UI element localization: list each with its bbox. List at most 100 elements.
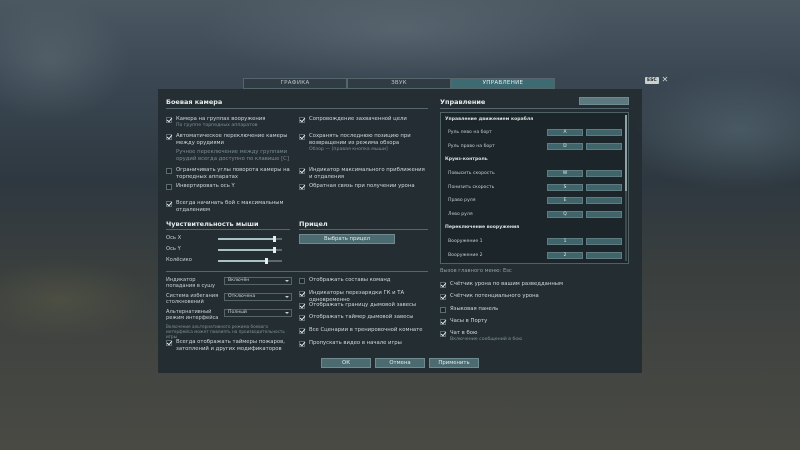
slider-wheel[interactable]: Колёсико <box>166 257 286 264</box>
dropdown[interactable]: Полный <box>224 309 292 317</box>
binding-label: Право руля <box>448 198 476 203</box>
checkbox-label: Всегда начинать бой с максимальным отдал… <box>176 200 284 213</box>
slider-axis-y[interactable]: Ось Y <box>166 246 286 253</box>
slider-track[interactable] <box>218 236 282 242</box>
divider <box>166 271 428 272</box>
binding-row[interactable]: Лево руля Q <box>441 211 624 219</box>
binding-row[interactable]: Вооружение 2 2 <box>441 252 624 260</box>
slider-thumb[interactable] <box>264 258 268 264</box>
binding-primary-key[interactable]: S <box>547 184 583 191</box>
binding-secondary-key[interactable] <box>586 197 622 204</box>
checkbox-box[interactable] <box>299 314 305 321</box>
checkbox-box[interactable] <box>166 133 172 140</box>
binding-secondary-key[interactable] <box>586 170 622 177</box>
binding-secondary-key[interactable] <box>586 184 622 191</box>
checkbox-smoke-border[interactable]: Отображать границу дымовой завесы <box>299 302 429 309</box>
checkbox-always-show-timers[interactable]: Всегда отображать таймеры пожаров, затоп… <box>166 339 298 353</box>
tab-sound[interactable]: ЗВУК <box>347 78 451 89</box>
checkbox-box[interactable] <box>440 293 446 300</box>
checkbox-auto-switch-camera[interactable]: Автоматическое переключение камеры между… <box>166 133 296 147</box>
slider-thumb[interactable] <box>272 247 276 253</box>
checkbox-spotting-damage[interactable]: Счётчик урона по вашим разведданным <box>440 281 610 288</box>
binding-secondary-key[interactable] <box>586 238 622 245</box>
checkbox-battle-chat[interactable]: Чат в бою Включение сообщений в бою <box>440 330 610 343</box>
checkbox-box[interactable] <box>299 183 305 190</box>
checkbox-box[interactable] <box>440 306 446 313</box>
slider-axis-x[interactable]: Ось X <box>166 235 286 242</box>
key-bindings-list[interactable]: Управление движением корабля Руль лево н… <box>440 112 629 264</box>
checkbox-invert-y[interactable]: Инвертировать ось Y <box>166 183 296 190</box>
checkbox-language-bar[interactable]: Языковая панель <box>440 306 610 313</box>
checkbox-box[interactable] <box>299 340 305 347</box>
slider-thumb[interactable] <box>272 236 276 242</box>
close-icon[interactable]: ✕ <box>662 76 669 84</box>
binding-primary-key[interactable]: 1 <box>547 238 583 245</box>
dropdown[interactable]: Включён <box>224 277 292 285</box>
checkbox-box[interactable] <box>299 167 305 174</box>
checkbox-box[interactable] <box>440 318 446 325</box>
checkbox-box[interactable] <box>166 167 172 174</box>
checkbox-show-team-rosters[interactable]: Отображать составы команд <box>299 277 429 284</box>
checkbox-damage-feedback[interactable]: Обратная связь при получении урона <box>299 183 429 190</box>
binding-secondary-key[interactable] <box>586 252 622 259</box>
bindings-section-title: Переключение вооружения <box>445 225 520 230</box>
checkbox-camera-weapon-groups[interactable]: Камера на группах вооружения По группе т… <box>166 116 296 129</box>
checkbox-skip-intro-video[interactable]: Пропускать видео в начале игры <box>299 340 429 347</box>
checkbox-box[interactable] <box>299 133 305 140</box>
checkbox-box[interactable] <box>299 327 305 334</box>
binding-secondary-key[interactable] <box>586 143 622 150</box>
slider-track[interactable] <box>218 258 282 264</box>
checkbox-limit-torpedo-camera[interactable]: Ограничивать углы поворота камеры на тор… <box>166 167 296 181</box>
tab-graphics[interactable]: ГРАФИКА <box>243 78 347 89</box>
binding-primary-key[interactable]: W <box>547 170 583 177</box>
binding-primary-key[interactable]: A <box>547 129 583 136</box>
checkbox-box[interactable] <box>440 330 446 337</box>
ok-button[interactable]: ОК <box>321 358 371 368</box>
binding-primary-key[interactable]: E <box>547 197 583 204</box>
binding-primary-key[interactable]: Q <box>547 211 583 218</box>
checkbox-box[interactable] <box>166 183 172 190</box>
checkbox-box[interactable] <box>166 200 172 207</box>
divider <box>440 108 629 109</box>
checkbox-label: Языковая панель <box>450 306 499 312</box>
checkbox-label: Индикатор максимального приближения и от… <box>309 167 425 180</box>
checkbox-box[interactable] <box>166 339 172 346</box>
checkbox-smoke-timer[interactable]: Отображать таймер дымовой завесы <box>299 314 429 321</box>
checkbox-box[interactable] <box>440 281 446 288</box>
cancel-button[interactable]: Отмена <box>375 358 425 368</box>
alt-interface-note: Включение альтернативного режима боевого… <box>166 324 285 339</box>
slider-track[interactable] <box>218 247 282 253</box>
checkbox-sublabel: Обзор — [правая кнопка мыши] <box>309 147 388 152</box>
binding-row[interactable]: Повысить скорость W <box>441 170 624 178</box>
checkbox-potential-damage[interactable]: Счётчик потенциального урона <box>440 293 610 300</box>
binding-row[interactable]: Руль право на борт D <box>441 143 624 151</box>
binding-secondary-key[interactable] <box>586 211 622 218</box>
main-menu-hint: Вызов главного меню: Esc <box>440 268 512 274</box>
binding-row[interactable]: Вооружение 1 1 <box>441 238 624 246</box>
close-area[interactable]: ESC ✕ <box>645 76 668 84</box>
apply-button[interactable]: Применить <box>429 358 479 368</box>
checkbox-box[interactable] <box>299 302 305 309</box>
checkbox-all-scenarios-training[interactable]: Все Сценарии в тренировочной комнате <box>299 327 429 334</box>
checkbox-box[interactable] <box>299 277 305 284</box>
checkbox-box[interactable] <box>166 116 172 123</box>
scrollbar-thumb[interactable] <box>625 115 627 191</box>
checkbox-box[interactable] <box>299 116 305 123</box>
checkbox-track-target[interactable]: Сопровождение захваченной цели <box>299 116 429 123</box>
checkbox-max-zoom-start[interactable]: Всегда начинать бой с максимальным отдал… <box>166 200 296 214</box>
binding-row[interactable]: Понизить скорость S <box>441 184 624 192</box>
controls-reset-button[interactable] <box>579 97 629 105</box>
binding-secondary-key[interactable] <box>586 129 622 136</box>
checkbox-box[interactable] <box>299 290 305 297</box>
checkbox-save-last-position[interactable]: Сохранять последнюю позицию при возвраще… <box>299 133 429 153</box>
binding-primary-key[interactable]: D <box>547 143 583 150</box>
tab-controls[interactable]: УПРАВЛЕНИЕ <box>451 78 555 89</box>
dropdown[interactable]: Отключена <box>224 293 292 301</box>
checkbox-port-clock[interactable]: Часы в Порту <box>440 318 610 325</box>
checkbox-zoom-indicator[interactable]: Индикатор максимального приближения и от… <box>299 167 429 181</box>
binding-row[interactable]: Руль лево на борт A <box>441 129 624 137</box>
bindings-scrollbar[interactable] <box>625 115 627 261</box>
binding-primary-key[interactable]: 2 <box>547 252 583 259</box>
choose-sight-button[interactable]: Выбрать прицел <box>299 234 395 244</box>
binding-row[interactable]: Право руля E <box>441 197 624 205</box>
